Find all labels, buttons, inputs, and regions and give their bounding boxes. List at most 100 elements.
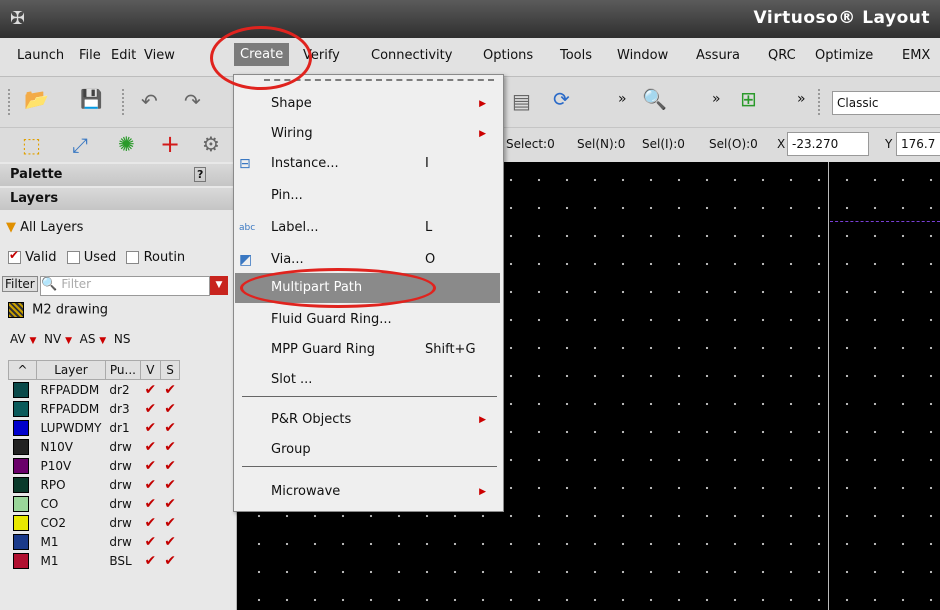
submenu-arrow-icon: ▶: [479, 415, 486, 425]
save-icon[interactable]: 💾: [80, 89, 102, 110]
menu-options[interactable]: Options: [483, 48, 533, 63]
valid-checkbox[interactable]: [8, 248, 21, 264]
visible-check-icon[interactable]: ✔: [140, 437, 160, 456]
layer-row[interactable]: RFPADDM dr2 ✔ ✔: [9, 380, 180, 400]
menu-view[interactable]: View: [144, 48, 175, 63]
current-layer-row[interactable]: M2 drawing: [8, 302, 244, 318]
menu-item-p-r-objects[interactable]: P&R Objects ▶: [235, 405, 500, 435]
menu-item-fluid-guard-ring[interactable]: Fluid Guard Ring...: [235, 305, 500, 335]
stretch-tool-icon[interactable]: ⤢: [72, 133, 88, 157]
visible-check-icon[interactable]: ✔: [140, 513, 160, 532]
layer-row[interactable]: CO drw ✔ ✔: [9, 494, 180, 513]
visible-check-icon[interactable]: ✔: [140, 399, 160, 418]
dropdown-arrow-icon[interactable]: ▼: [65, 336, 72, 346]
menu-item-group[interactable]: Group: [235, 435, 500, 465]
menu-qrc[interactable]: QRC: [768, 48, 796, 63]
more-chevron-icon[interactable]: »: [712, 91, 721, 107]
ns-filter[interactable]: NS: [114, 332, 131, 346]
layer-row[interactable]: CO2 drw ✔ ✔: [9, 513, 180, 532]
layer-row[interactable]: M1 BSL ✔ ✔: [9, 551, 180, 570]
menu-item-wiring[interactable]: Wiring ▶: [235, 119, 500, 149]
visible-check-icon[interactable]: ✔: [140, 494, 160, 513]
zoom-icon[interactable]: 🔍: [642, 87, 667, 111]
selectable-check-icon[interactable]: ✔: [160, 418, 180, 437]
menu-item-pin[interactable]: Pin...: [235, 181, 500, 211]
layer-tool-icon[interactable]: ✺: [118, 132, 135, 156]
workspace-select[interactable]: Classic: [832, 91, 940, 115]
refresh-icon[interactable]: ⟳: [553, 87, 570, 111]
used-checkbox[interactable]: [66, 251, 80, 264]
menu-item-icon: ◩: [239, 252, 253, 268]
menu-file[interactable]: File: [79, 48, 101, 63]
open-folder-icon[interactable]: 📂: [24, 87, 49, 111]
selectable-check-icon[interactable]: ✔: [160, 399, 180, 418]
menu-assura[interactable]: Assura: [696, 48, 740, 63]
layers-header: Layers: [0, 188, 236, 210]
selectable-check-icon[interactable]: ✔: [160, 532, 180, 551]
help-icon[interactable]: ?: [194, 167, 207, 182]
undo-icon[interactable]: ↶: [141, 89, 158, 113]
menu-item-shape[interactable]: Shape ▶: [235, 89, 500, 119]
menu-item-microwave[interactable]: Microwave ▶: [235, 477, 500, 507]
as-filter[interactable]: AS: [80, 332, 96, 346]
menu-edit[interactable]: Edit: [111, 48, 136, 63]
menu-item-instance[interactable]: ⊟ Instance... I: [235, 149, 500, 179]
layer-row[interactable]: RFPADDM dr3 ✔ ✔: [9, 399, 180, 418]
dropdown-arrow-icon[interactable]: ▼: [99, 336, 106, 346]
column-selectable[interactable]: S: [159, 360, 181, 380]
dropdown-arrow-icon[interactable]: ▼: [29, 336, 36, 346]
menu-optimize[interactable]: Optimize: [815, 48, 873, 63]
visible-check-icon[interactable]: ✔: [140, 532, 160, 551]
selectable-check-icon[interactable]: ✔: [160, 551, 180, 570]
column-layer[interactable]: Layer: [36, 360, 106, 380]
menu-item-slot[interactable]: Slot ...: [235, 365, 500, 395]
filter-input[interactable]: 🔍 Filter: [40, 276, 210, 296]
add-instance-icon[interactable]: ⊞: [740, 87, 757, 111]
layer-rows: RFPADDM dr2 ✔ ✔ RFPADDM dr3 ✔ ✔ LUPWDMY dr1 ✔ ✔ N10V…: [9, 380, 180, 571]
selectable-check-icon[interactable]: ✔: [160, 456, 180, 475]
menu-item-label[interactable]: abc Label... L: [235, 213, 500, 243]
visible-check-icon[interactable]: ✔: [140, 456, 160, 475]
layer-row[interactable]: P10V drw ✔ ✔: [9, 456, 180, 475]
selectable-check-icon[interactable]: ✔: [160, 494, 180, 513]
more-chevron-icon[interactable]: »: [618, 91, 627, 107]
visible-check-icon[interactable]: ✔: [140, 418, 160, 437]
x-coord-field[interactable]: -23.270: [787, 132, 869, 156]
filter-dropdown-icon[interactable]: ▼: [210, 276, 228, 295]
visible-check-icon[interactable]: ✔: [140, 380, 160, 400]
more-chevron-icon[interactable]: »: [797, 91, 806, 107]
selectable-check-icon[interactable]: ✔: [160, 513, 180, 532]
layer-row[interactable]: M1 drw ✔ ✔: [9, 532, 180, 551]
y-coord-field[interactable]: 176.7: [896, 132, 940, 156]
column-visible[interactable]: V: [139, 360, 161, 380]
nv-filter[interactable]: NV: [44, 332, 61, 346]
layer-row[interactable]: RPO drw ✔ ✔: [9, 475, 180, 494]
selectable-check-icon[interactable]: ✔: [160, 475, 180, 494]
routing-checkbox[interactable]: [126, 251, 140, 264]
filter-button[interactable]: Filter: [2, 276, 38, 292]
av-filter[interactable]: AV: [10, 332, 26, 346]
menu-item-mpp-guard-ring[interactable]: MPP Guard Ring Shift+G: [235, 335, 500, 365]
menu-emx[interactable]: EMX: [902, 48, 930, 63]
menu-window[interactable]: Window: [617, 48, 668, 63]
gear-icon[interactable]: ⚙: [202, 132, 220, 156]
visible-check-icon[interactable]: ✔: [140, 551, 160, 570]
layer-name: RFPADDM: [40, 401, 100, 416]
menu-tools[interactable]: Tools: [560, 48, 592, 63]
menu-launch[interactable]: Launch: [17, 48, 64, 63]
layer-row[interactable]: N10V drw ✔ ✔: [9, 437, 180, 456]
selectable-check-icon[interactable]: ✔: [160, 437, 180, 456]
layer-row[interactable]: LUPWDMY dr1 ✔ ✔: [9, 418, 180, 437]
menu-connectivity[interactable]: Connectivity: [371, 48, 452, 63]
select-tool-icon[interactable]: ⬚: [22, 133, 41, 157]
visible-check-icon[interactable]: ✔: [140, 475, 160, 494]
redo-icon[interactable]: ↷: [184, 89, 201, 113]
layer-purpose: drw: [109, 496, 132, 511]
sort-header[interactable]: ^: [8, 360, 37, 380]
ruler-icon[interactable]: ▤: [512, 89, 531, 113]
crosshair-icon[interactable]: +: [160, 130, 180, 158]
selectable-check-icon[interactable]: ✔: [160, 380, 180, 400]
menu-item-label: Instance...: [271, 156, 339, 171]
all-layers-row[interactable]: ▼ All Layers: [6, 220, 242, 235]
column-purpose[interactable]: Pu...: [104, 360, 141, 380]
